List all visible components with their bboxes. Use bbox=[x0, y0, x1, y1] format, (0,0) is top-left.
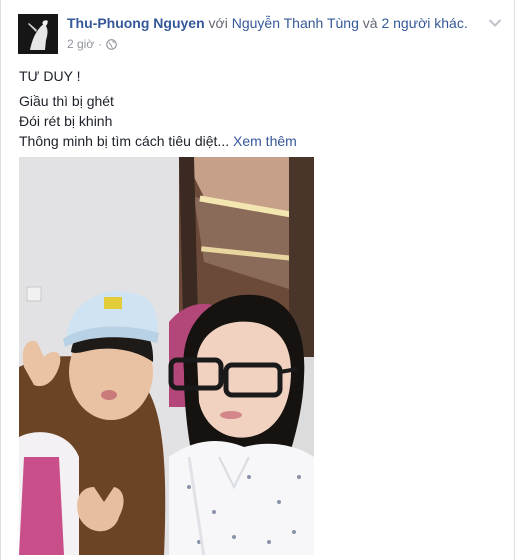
meta-separator: · bbox=[98, 37, 103, 51]
avatar-image bbox=[18, 14, 58, 54]
tagged-user-link[interactable]: Nguyễn Thanh Tùng bbox=[232, 15, 359, 31]
post-line-3-text: Thông minh bị tìm cách tiêu diệt... bbox=[19, 133, 230, 149]
post-timestamp[interactable]: 2 giờ bbox=[67, 37, 94, 51]
globe-icon[interactable] bbox=[106, 38, 118, 50]
post-line-3: Thông minh bị tìm cách tiêu diệt... Xem … bbox=[19, 131, 297, 151]
post-line-2: Đói rét bị khinh bbox=[19, 113, 113, 129]
and-text: và bbox=[358, 15, 382, 31]
post-meta: 2 giờ · bbox=[67, 37, 118, 51]
author-avatar[interactable] bbox=[18, 14, 58, 54]
post-header: Thu-Phuong Nguyen với Nguyễn Thanh Tùng … bbox=[67, 14, 487, 32]
selfie-photo bbox=[19, 157, 314, 555]
see-more-link[interactable]: Xem thêm bbox=[233, 133, 297, 149]
post-line-1: Giầu thì bị ghét bbox=[19, 93, 114, 109]
tagged-others-link[interactable]: 2 người khác. bbox=[381, 15, 467, 31]
author-name-link[interactable]: Thu-Phuong Nguyen bbox=[67, 15, 205, 31]
with-text: với bbox=[204, 15, 232, 31]
chevron-down-icon[interactable] bbox=[488, 15, 502, 27]
facebook-post: Thu-Phuong Nguyen với Nguyễn Thanh Tùng … bbox=[0, 0, 515, 560]
post-text: TƯ DUY ! Giầu thì bị ghét Đói rét bị khi… bbox=[19, 66, 297, 151]
post-photo[interactable] bbox=[19, 157, 314, 555]
post-title: TƯ DUY ! bbox=[19, 68, 81, 84]
